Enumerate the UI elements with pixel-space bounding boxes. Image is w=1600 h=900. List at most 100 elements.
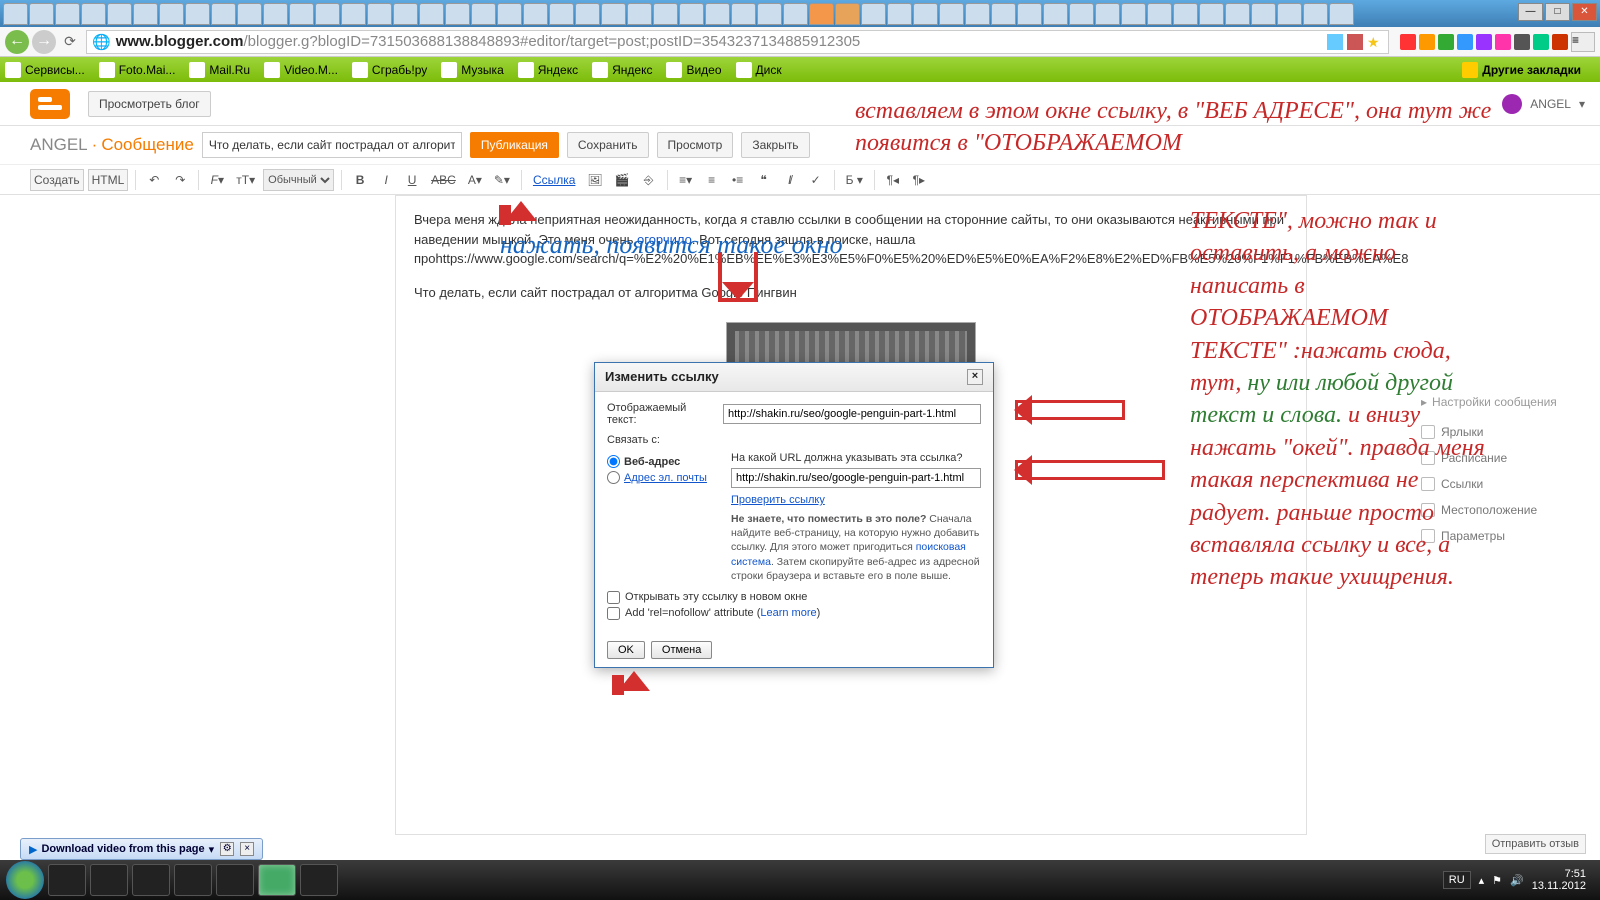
browser-menu-button[interactable]: ≡ bbox=[1571, 32, 1595, 52]
ext-icon[interactable] bbox=[1457, 34, 1473, 50]
strike-button[interactable]: ABC bbox=[427, 169, 460, 191]
browser-tab[interactable] bbox=[55, 3, 80, 25]
blogger-logo-icon[interactable] bbox=[30, 89, 70, 119]
download-close-icon[interactable]: × bbox=[240, 842, 254, 856]
redo-button[interactable]: ↷ bbox=[169, 169, 191, 191]
extension-icon[interactable] bbox=[1347, 34, 1363, 50]
browser-tab[interactable] bbox=[1043, 3, 1068, 25]
browser-tab[interactable] bbox=[835, 3, 860, 25]
taskbar-app-icon[interactable] bbox=[90, 864, 128, 896]
browser-tab[interactable] bbox=[107, 3, 132, 25]
download-settings-icon[interactable]: ⚙ bbox=[220, 842, 234, 856]
quote-button[interactable]: ❝ bbox=[753, 169, 775, 191]
window-minimize-button[interactable]: — bbox=[1518, 3, 1543, 21]
preview-button[interactable]: Просмотр bbox=[657, 132, 734, 158]
ext-icon[interactable] bbox=[1552, 34, 1568, 50]
bookmark-item[interactable]: Яндекс bbox=[518, 62, 578, 78]
start-button[interactable] bbox=[6, 861, 44, 899]
browser-tab[interactable] bbox=[471, 3, 496, 25]
browser-tab[interactable] bbox=[1329, 3, 1354, 25]
window-close-button[interactable]: ✕ bbox=[1572, 3, 1597, 21]
browser-tab[interactable] bbox=[783, 3, 808, 25]
align-button[interactable]: ≡▾ bbox=[675, 169, 697, 191]
taskbar-app-icon[interactable] bbox=[174, 864, 212, 896]
ext-icon[interactable] bbox=[1419, 34, 1435, 50]
browser-tab[interactable] bbox=[315, 3, 340, 25]
browser-tab[interactable] bbox=[523, 3, 548, 25]
ltr-button[interactable]: ¶◂ bbox=[882, 169, 904, 191]
bookmark-item[interactable]: Video.M... bbox=[264, 62, 338, 78]
dropdown-icon[interactable]: ▾ bbox=[1579, 97, 1585, 111]
bookmark-item[interactable]: Сервисы... bbox=[5, 62, 85, 78]
browser-tab[interactable] bbox=[1095, 3, 1120, 25]
tray-action-center-icon[interactable]: ⚑ bbox=[1492, 874, 1502, 887]
insert-jump-button[interactable]: ⎆ bbox=[638, 169, 660, 191]
numbered-list-button[interactable]: ≡ bbox=[701, 169, 723, 191]
tray-show-hidden-icon[interactable]: ▴ bbox=[1479, 874, 1485, 887]
bookmark-item[interactable]: Mail.Ru bbox=[189, 62, 250, 78]
browser-tab[interactable] bbox=[1017, 3, 1042, 25]
bookmark-item[interactable]: Диск bbox=[736, 62, 782, 78]
address-bar[interactable]: 🌐 www.blogger.com/blogger.g?blogID=73150… bbox=[86, 30, 1389, 54]
font-family-button[interactable]: F▾ bbox=[206, 169, 228, 191]
bookmark-item[interactable]: Видео bbox=[666, 62, 721, 78]
browser-tab[interactable] bbox=[887, 3, 912, 25]
browser-tab[interactable] bbox=[1199, 3, 1224, 25]
insert-image-button[interactable]: 🖼 bbox=[583, 169, 606, 191]
bookmark-item[interactable]: Сграбь!ру bbox=[352, 62, 427, 78]
star-icon[interactable]: ★ bbox=[1367, 34, 1383, 50]
browser-tab[interactable] bbox=[913, 3, 938, 25]
reload-button[interactable]: ⟳ bbox=[59, 33, 81, 50]
browser-tab[interactable] bbox=[601, 3, 626, 25]
transliterate-button[interactable]: Б ▾ bbox=[842, 169, 867, 191]
compose-tab[interactable]: Создать bbox=[30, 169, 84, 191]
browser-tab[interactable] bbox=[1069, 3, 1094, 25]
rtl-button[interactable]: ¶▸ bbox=[908, 169, 930, 191]
ext-icon[interactable] bbox=[1495, 34, 1511, 50]
ext-icon[interactable] bbox=[1533, 34, 1549, 50]
bookmark-item[interactable]: Музыка bbox=[441, 62, 503, 78]
forward-button[interactable]: → bbox=[32, 30, 56, 54]
dialog-close-button[interactable]: × bbox=[967, 369, 983, 385]
insert-video-button[interactable]: 🎬 bbox=[611, 169, 634, 191]
browser-tab[interactable] bbox=[29, 3, 54, 25]
taskbar-app-icon[interactable] bbox=[216, 864, 254, 896]
download-video-bar[interactable]: ▶ Download video from this page ▾ ⚙ × bbox=[20, 838, 263, 860]
bold-button[interactable]: B bbox=[349, 169, 371, 191]
bookmark-item[interactable]: Яндекс bbox=[592, 62, 652, 78]
browser-tab[interactable] bbox=[133, 3, 158, 25]
ext-icon[interactable] bbox=[1400, 34, 1416, 50]
back-button[interactable]: ← bbox=[5, 30, 29, 54]
remove-format-button[interactable]: I̸ bbox=[779, 169, 801, 191]
browser-tab[interactable] bbox=[419, 3, 444, 25]
text-color-button[interactable]: A▾ bbox=[464, 169, 486, 191]
browser-tab[interactable] bbox=[705, 3, 730, 25]
browser-tab[interactable] bbox=[185, 3, 210, 25]
browser-tab[interactable] bbox=[939, 3, 964, 25]
browser-tab[interactable] bbox=[393, 3, 418, 25]
undo-button[interactable]: ↶ bbox=[143, 169, 165, 191]
browser-tab[interactable] bbox=[497, 3, 522, 25]
spellcheck-button[interactable]: ✓ bbox=[805, 169, 827, 191]
ext-icon[interactable] bbox=[1476, 34, 1492, 50]
taskbar-app-icon[interactable] bbox=[132, 864, 170, 896]
browser-tab[interactable] bbox=[445, 3, 470, 25]
learn-more-link[interactable]: Learn more bbox=[760, 607, 816, 619]
browser-tab[interactable] bbox=[289, 3, 314, 25]
browser-tab[interactable] bbox=[627, 3, 652, 25]
browser-tab[interactable] bbox=[1173, 3, 1198, 25]
heading-select[interactable]: Обычный bbox=[263, 169, 334, 191]
publish-button[interactable]: Публикация bbox=[470, 132, 559, 158]
cancel-button[interactable]: Отмена bbox=[651, 641, 712, 659]
browser-tab[interactable] bbox=[237, 3, 262, 25]
tray-volume-icon[interactable]: 🔊 bbox=[1510, 874, 1524, 887]
browser-tab[interactable] bbox=[3, 3, 28, 25]
browser-tab[interactable] bbox=[1251, 3, 1276, 25]
taskbar-app-icon[interactable] bbox=[300, 864, 338, 896]
browser-tab[interactable] bbox=[861, 3, 886, 25]
browser-tab[interactable] bbox=[1277, 3, 1302, 25]
blog-name-label[interactable]: ANGEL bbox=[30, 135, 88, 154]
browser-tab[interactable] bbox=[341, 3, 366, 25]
translate-icon[interactable] bbox=[1327, 34, 1343, 50]
browser-tab[interactable] bbox=[1225, 3, 1250, 25]
